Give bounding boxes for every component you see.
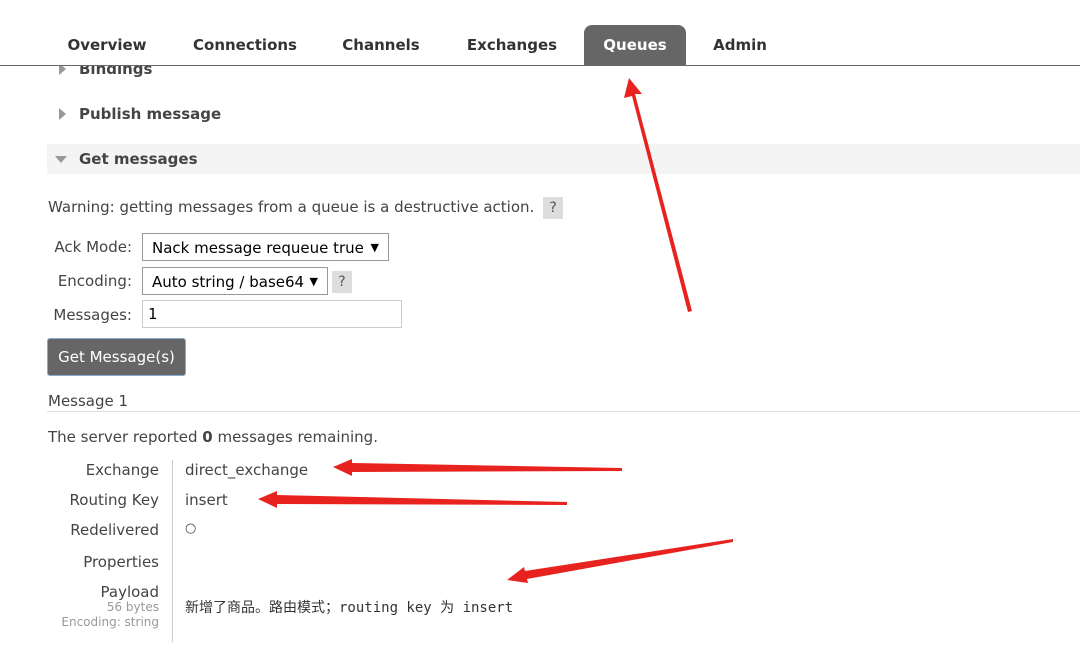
annotation-arrows (258, 78, 733, 583)
annotation-arrow-routing-key (258, 491, 567, 508)
annotation-arrow-payload (507, 539, 733, 583)
annotation-arrow-queues (624, 78, 692, 312)
annotation-arrow-exchange (333, 459, 622, 476)
